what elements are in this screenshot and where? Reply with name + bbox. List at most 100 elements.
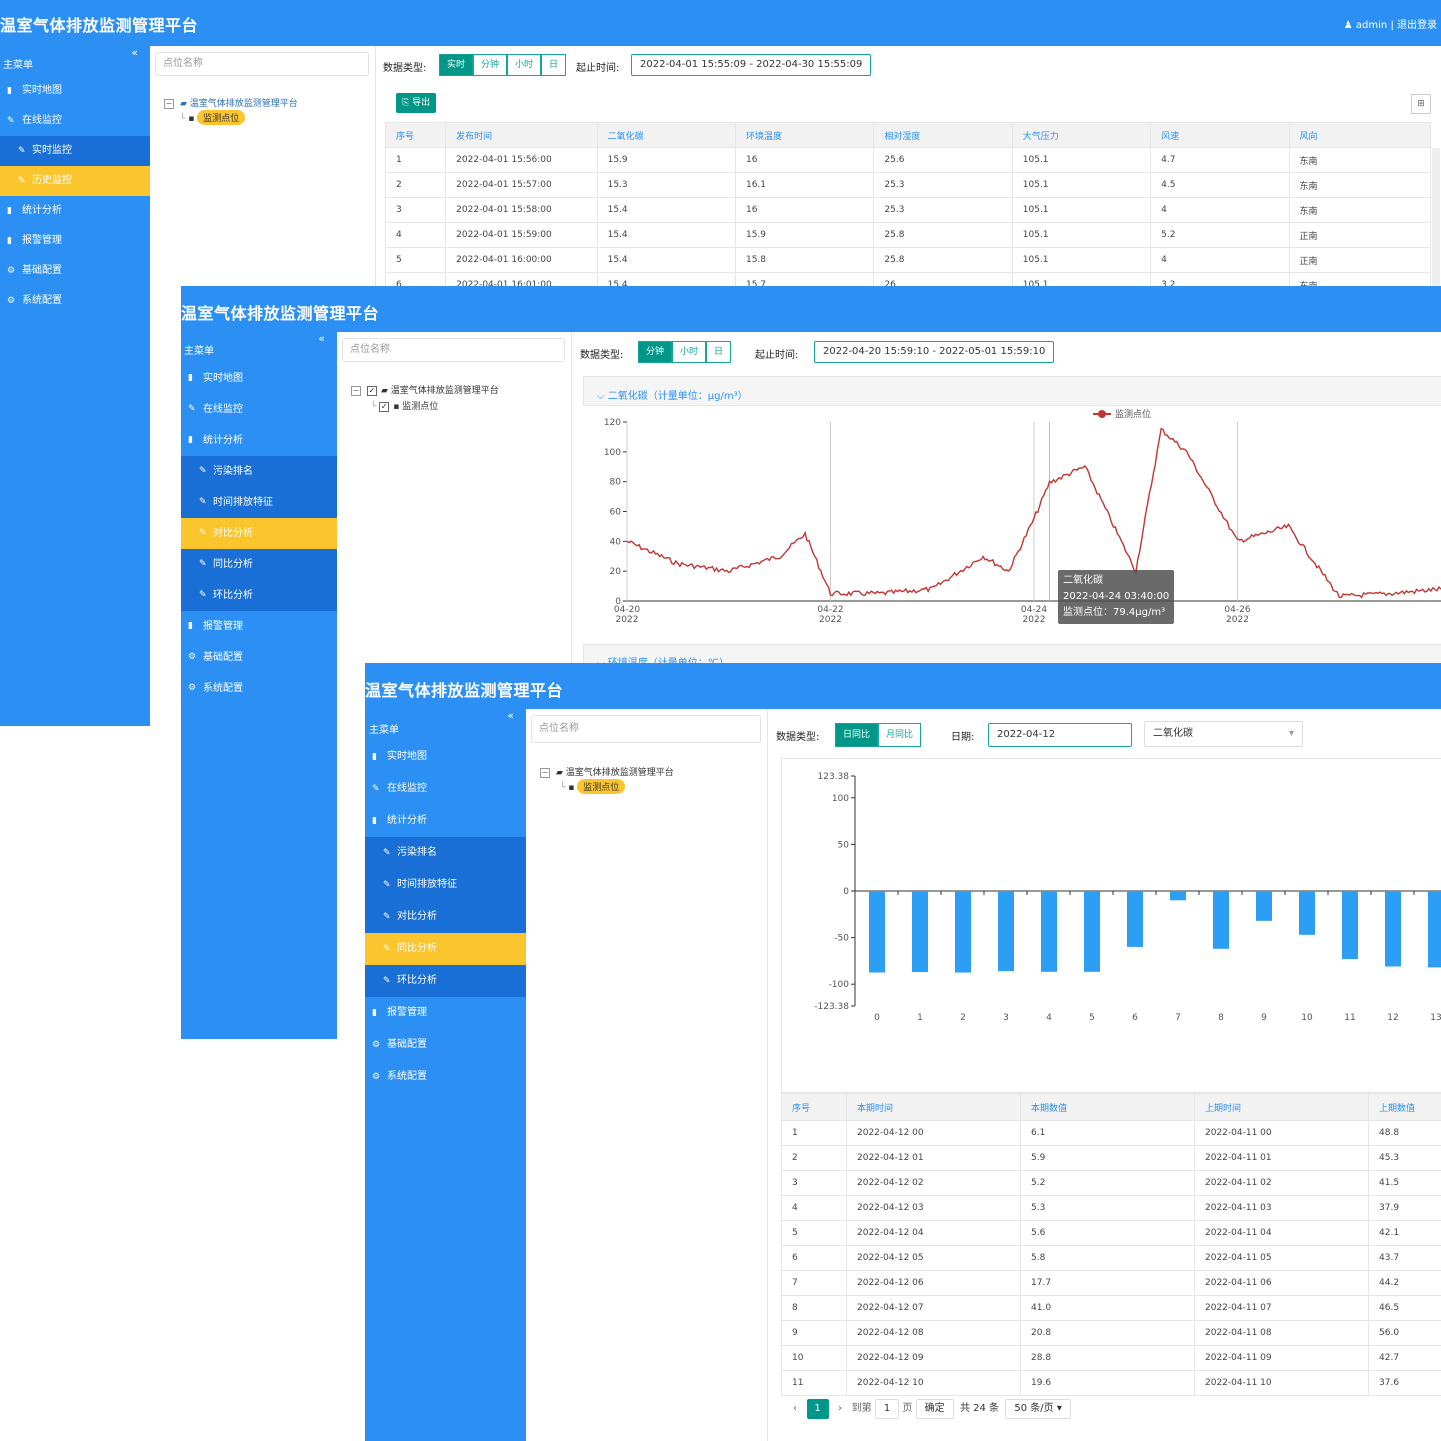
per-page-select[interactable]: 50 条/页 ▾ [1005,1399,1071,1419]
sidebar-item-online-monitor[interactable]: ✎ 在线监控 [365,773,526,805]
sidebar-item-mom[interactable]: ✎ 环比分析 [365,965,526,997]
sidebar-item-system-config[interactable]: ⚙ 系统配置 [181,673,337,704]
type-day-button[interactable]: 日 [706,341,732,363]
sidebar-item-realtime-monitor[interactable]: ✎ 实时监控 [0,136,150,166]
sidebar-item-alarm[interactable]: ▮ 报警管理 [0,226,150,256]
search-input[interactable]: 点位名称 [342,338,565,362]
sidebar-item-system-config[interactable]: ⚙ 系统配置 [0,286,150,316]
columns-icon[interactable]: ⊞ [1411,94,1431,114]
sidebar-item-basic-config[interactable]: ⚙ 基础配置 [365,1029,526,1061]
next-page-button[interactable]: › [838,1403,842,1414]
column-header[interactable]: 大气压力 [1011,122,1152,148]
date-range-input[interactable]: 2022-04-01 15:55:09 - 2022-04-30 15:55:0… [631,54,872,76]
collapse-toggle-icon[interactable]: − [351,386,361,396]
column-header[interactable]: 序号 [384,122,447,148]
table-row[interactable]: 6 2022-04-12 05 5.8 2022-04-11 05 43.7 [781,1245,1441,1271]
date-range-input[interactable]: 2022-04-20 15:59:10 - 2022-05-01 15:59:1… [814,341,1055,363]
collapse-icon[interactable]: « [507,709,514,722]
search-input[interactable]: 点位名称 [531,715,761,743]
sidebar-item-realtime-map[interactable]: ▮ 实时地图 [0,76,150,106]
type-day-button[interactable]: 日 [541,54,567,76]
table-row[interactable]: 10 2022-04-12 09 28.8 2022-04-11 09 42.7 [781,1345,1441,1371]
sidebar-item-yoy[interactable]: ✎ 同比分析 [365,933,526,965]
sidebar-item-pollution-rank[interactable]: ✎ 污染排名 [181,456,337,487]
collapse-icon[interactable]: « [131,46,138,59]
tree-root[interactable]: − ✓ ▰ 温室气体排放监测管理平台 [351,383,499,396]
tree-child[interactable]: └ ▪ 监测点位 [560,779,626,794]
sidebar-item-time-emission[interactable]: ✎ 时间排放特征 [181,487,337,518]
type-hour-button[interactable]: 小时 [507,54,542,76]
tree-child[interactable]: └ ✓ ▪ 监测点位 [371,399,438,412]
column-header[interactable]: 本期数值 [1020,1093,1195,1121]
sidebar-item-basic-config[interactable]: ⚙ 基础配置 [181,642,337,673]
collapse-toggle-icon[interactable]: − [540,768,550,778]
sidebar-item-realtime-map[interactable]: ▮ 实时地图 [181,363,337,394]
table-row[interactable]: 2 2022-04-12 01 5.9 2022-04-11 01 45.3 [781,1145,1441,1171]
table-row[interactable]: 4 2022-04-01 15:59:00 15.4 15.9 25.8 105.1 5.2… [384,222,1432,248]
sidebar-item-realtime-map[interactable]: ▮ 实时地图 [365,741,526,773]
type-hour-button[interactable]: 小时 [672,341,707,363]
checkbox-icon[interactable]: ✓ [379,402,390,412]
sidebar-item-mom[interactable]: ✎ 环比分析 [181,580,337,611]
sidebar-item-statistics[interactable]: ▮ 统计分析 [0,196,150,226]
column-header[interactable]: 发布时间 [445,122,598,148]
sidebar-item-system-config[interactable]: ⚙ 系统配置 [365,1061,526,1093]
logout-link[interactable]: 退出登录 [1397,20,1437,31]
date-input[interactable]: 2022-04-12 [988,723,1132,747]
confirm-button[interactable]: 确定 [915,1399,954,1419]
type-minute-button[interactable]: 分钟 [473,54,508,76]
export-button[interactable]: ⎘ 导出 [396,93,437,113]
tree-root[interactable]: − ▰ 温室气体排放监测管理平台 [540,765,674,778]
sidebar-item-statistics[interactable]: ▮ 统计分析 [181,425,337,456]
table-row[interactable]: 7 2022-04-12 06 17.7 2022-04-11 06 44.2 [781,1270,1441,1296]
column-header[interactable]: 上期数值 [1368,1093,1441,1121]
column-header[interactable]: 上期时间 [1194,1093,1369,1121]
table-row[interactable]: 1 2022-04-01 15:56:00 15.9 16 25.6 105.1 4.7 东南 [384,147,1432,173]
sidebar-item-history-monitor[interactable]: ✎ 历史监控 [0,166,150,196]
table-row[interactable]: 11 2022-04-12 10 19.6 2022-04-11 10 37.6 [781,1370,1441,1396]
sidebar-item-pollution-rank[interactable]: ✎ 污染排名 [365,837,526,869]
page-1-button[interactable]: 1 [806,1399,829,1419]
tree-root[interactable]: − ▰ 温室气体排放监测管理平台 [164,96,298,109]
table-row[interactable]: 9 2022-04-12 08 20.8 2022-04-11 08 56.0 [781,1320,1441,1346]
type-minute-button[interactable]: 分钟 [638,341,673,363]
sidebar-item-compare[interactable]: ✎ 对比分析 [365,901,526,933]
table-row[interactable]: 8 2022-04-12 07 41.0 2022-04-11 07 46.5 [781,1295,1441,1321]
table-row[interactable]: 1 2022-04-12 00 6.1 2022-04-11 00 48.8 [781,1120,1441,1146]
sidebar-item-compare[interactable]: ✎ 对比分析 [181,518,337,549]
table-row[interactable]: 4 2022-04-12 03 5.3 2022-04-11 03 37.9 [781,1195,1441,1221]
column-header[interactable]: 相对湿度 [873,122,1013,148]
prev-page-button[interactable]: ‹ [793,1403,797,1414]
tree-child[interactable]: └ ▪ 监测点位 [180,110,246,125]
column-header[interactable]: 风向 [1288,122,1432,148]
table-row[interactable]: 5 2022-04-12 04 5.6 2022-04-11 04 42.1 [781,1220,1441,1246]
table-row[interactable]: 3 2022-04-12 02 5.2 2022-04-11 02 41.5 [781,1170,1441,1196]
sidebar-item-basic-config[interactable]: ⚙ 基础配置 [0,256,150,286]
pollutant-select[interactable]: 二氧化碳 ▾ [1144,721,1303,747]
search-input[interactable]: 点位名称 [155,52,369,76]
sidebar-item-alarm[interactable]: ▮ 报警管理 [181,611,337,642]
column-header[interactable]: 环境温度 [734,122,875,148]
table-scrollbar[interactable] [1432,148,1440,286]
column-header[interactable]: 序号 [781,1093,847,1121]
sidebar-item-online-monitor[interactable]: ✎ 在线监控 [0,106,150,136]
sidebar-item-time-emission[interactable]: ✎ 时间排放特征 [365,869,526,901]
sidebar-item-yoy[interactable]: ✎ 同比分析 [181,549,337,580]
sidebar-item-alarm[interactable]: ▮ 报警管理 [365,997,526,1029]
table-row[interactable]: 5 2022-04-01 16:00:00 15.4 15.8 25.8 105.1 4 正南 [384,247,1432,273]
collapse-toggle-icon[interactable]: − [164,99,174,109]
checkbox-icon[interactable]: ✓ [367,386,377,396]
type-monthly-yoy-button[interactable]: 月同比 [878,723,922,747]
sidebar-item-online-monitor[interactable]: ✎ 在线监控 [181,394,337,425]
column-header[interactable]: 风速 [1150,122,1290,148]
collapse-icon[interactable]: « [318,332,325,345]
table-row[interactable]: 2 2022-04-01 15:57:00 15.3 16.1 25.3 105.1 4.5… [384,172,1432,198]
table-row[interactable]: 3 2022-04-01 15:58:00 15.4 16 25.3 105.1 4 东南 [384,197,1432,223]
user-name[interactable]: ♟ admin [1344,20,1387,31]
sidebar-item-statistics[interactable]: ▮ 统计分析 [365,805,526,837]
type-daily-yoy-button[interactable]: 日同比 [835,723,879,747]
column-header[interactable]: 二氧化碳 [596,122,736,148]
column-header[interactable]: 本期时间 [846,1093,1021,1121]
type-realtime-button[interactable]: 实时 [439,54,474,76]
goto-page-input[interactable]: 1 [874,1399,900,1419]
